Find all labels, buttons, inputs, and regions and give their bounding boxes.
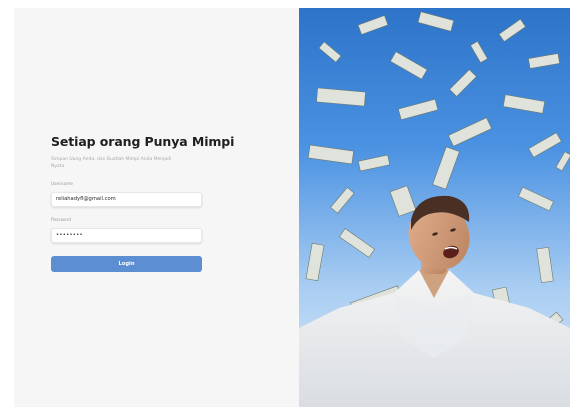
hero-image (299, 8, 570, 407)
username-input[interactable]: reliahadyfl@gmail.com (51, 192, 202, 207)
username-label: Username (51, 182, 73, 187)
password-input[interactable]: •••••••• (51, 228, 202, 243)
login-button[interactable]: Login (51, 256, 202, 272)
login-page: Setiap orang Punya Mimpi Simpan Uang And… (14, 8, 570, 407)
password-label: Password (51, 218, 72, 223)
money-rain-photo-icon (299, 11, 570, 407)
page-subtitle: Simpan Uang Anda, dan Buatlah Mimpi Anda… (51, 157, 172, 169)
login-panel: Setiap orang Punya Mimpi Simpan Uang And… (14, 8, 299, 407)
login-form: Setiap orang Punya Mimpi Simpan Uang And… (51, 134, 235, 272)
page-title: Setiap orang Punya Mimpi (51, 134, 235, 149)
